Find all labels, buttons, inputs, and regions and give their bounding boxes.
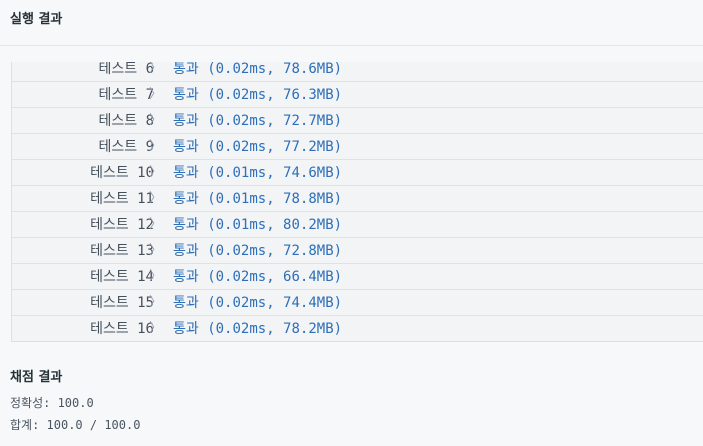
chevron-right-icon: 〉 <box>149 269 163 284</box>
chevron-right-icon: 〉 <box>149 165 163 180</box>
test-result: 통과 (0.01ms, 74.6MB) <box>173 165 343 181</box>
test-row: 테스트 8 〉 통과 (0.02ms, 72.7MB) <box>12 108 703 134</box>
test-result: 통과 (0.01ms, 80.2MB) <box>173 217 343 233</box>
test-label: 테스트 7 <box>98 87 155 103</box>
test-row: 테스트 11 〉 통과 (0.01ms, 78.8MB) <box>12 186 703 212</box>
test-row: 테스트 9 〉 통과 (0.02ms, 77.2MB) <box>12 134 703 160</box>
result-header: 실행 결과 <box>0 0 703 46</box>
test-result: 통과 (0.02ms, 76.3MB) <box>173 87 343 103</box>
test-label: 테스트 6 <box>98 62 155 77</box>
test-label: 테스트 10 <box>90 165 154 181</box>
chevron-right-icon: 〉 <box>149 217 163 232</box>
test-row: 테스트 12 〉 통과 (0.01ms, 80.2MB) <box>12 212 703 238</box>
scoring-title: 채점 결과 <box>10 370 63 385</box>
test-label: 테스트 16 <box>90 321 154 337</box>
test-result: 통과 (0.02ms, 78.6MB) <box>173 62 343 77</box>
test-row: 테스트 13 〉 통과 (0.02ms, 72.8MB) <box>12 238 703 264</box>
test-row: 테스트 6 〉 통과 (0.02ms, 78.6MB) <box>12 62 703 82</box>
test-label: 테스트 15 <box>90 295 154 311</box>
test-row: 테스트 16 〉 통과 (0.02ms, 78.2MB) <box>12 316 703 341</box>
chevron-right-icon: 〉 <box>149 113 163 128</box>
chevron-right-icon: 〉 <box>149 295 163 310</box>
accuracy-score: 정확성: 100.0 <box>10 396 94 410</box>
chevron-right-icon: 〉 <box>149 139 163 154</box>
test-label: 테스트 9 <box>98 139 155 155</box>
test-label: 테스트 11 <box>90 191 154 207</box>
chevron-right-icon: 〉 <box>149 243 163 258</box>
test-result: 통과 (0.02ms, 74.4MB) <box>173 295 343 311</box>
test-result: 통과 (0.02ms, 78.2MB) <box>173 321 343 337</box>
test-label: 테스트 13 <box>90 243 154 259</box>
test-result: 통과 (0.02ms, 66.4MB) <box>173 269 343 285</box>
test-label: 테스트 12 <box>90 217 154 233</box>
chevron-right-icon: 〉 <box>149 62 163 76</box>
test-label: 테스트 8 <box>98 113 155 129</box>
test-result: 통과 (0.01ms, 78.8MB) <box>173 191 343 207</box>
test-result: 통과 (0.02ms, 72.7MB) <box>173 113 343 129</box>
chevron-right-icon: 〉 <box>149 87 163 102</box>
total-score: 합계: 100.0 / 100.0 <box>10 418 141 432</box>
result-title: 실행 결과 <box>10 12 63 27</box>
test-label: 테스트 14 <box>90 269 154 285</box>
test-row: 테스트 15 〉 통과 (0.02ms, 74.4MB) <box>12 290 703 316</box>
test-result: 통과 (0.02ms, 72.8MB) <box>173 243 343 259</box>
test-result: 통과 (0.02ms, 77.2MB) <box>173 139 343 155</box>
chevron-right-icon: 〉 <box>149 191 163 206</box>
test-results-list[interactable]: 테스트 6 〉 통과 (0.02ms, 78.6MB) 테스트 7 〉 통과 (… <box>11 62 703 342</box>
scoring-section: 채점 결과 정확성: 100.0 합계: 100.0 / 100.0 <box>0 342 703 446</box>
chevron-right-icon: 〉 <box>149 321 163 336</box>
test-row: 테스트 10 〉 통과 (0.01ms, 74.6MB) <box>12 160 703 186</box>
test-row: 테스트 14 〉 통과 (0.02ms, 66.4MB) <box>12 264 703 290</box>
test-row: 테스트 7 〉 통과 (0.02ms, 76.3MB) <box>12 82 703 108</box>
